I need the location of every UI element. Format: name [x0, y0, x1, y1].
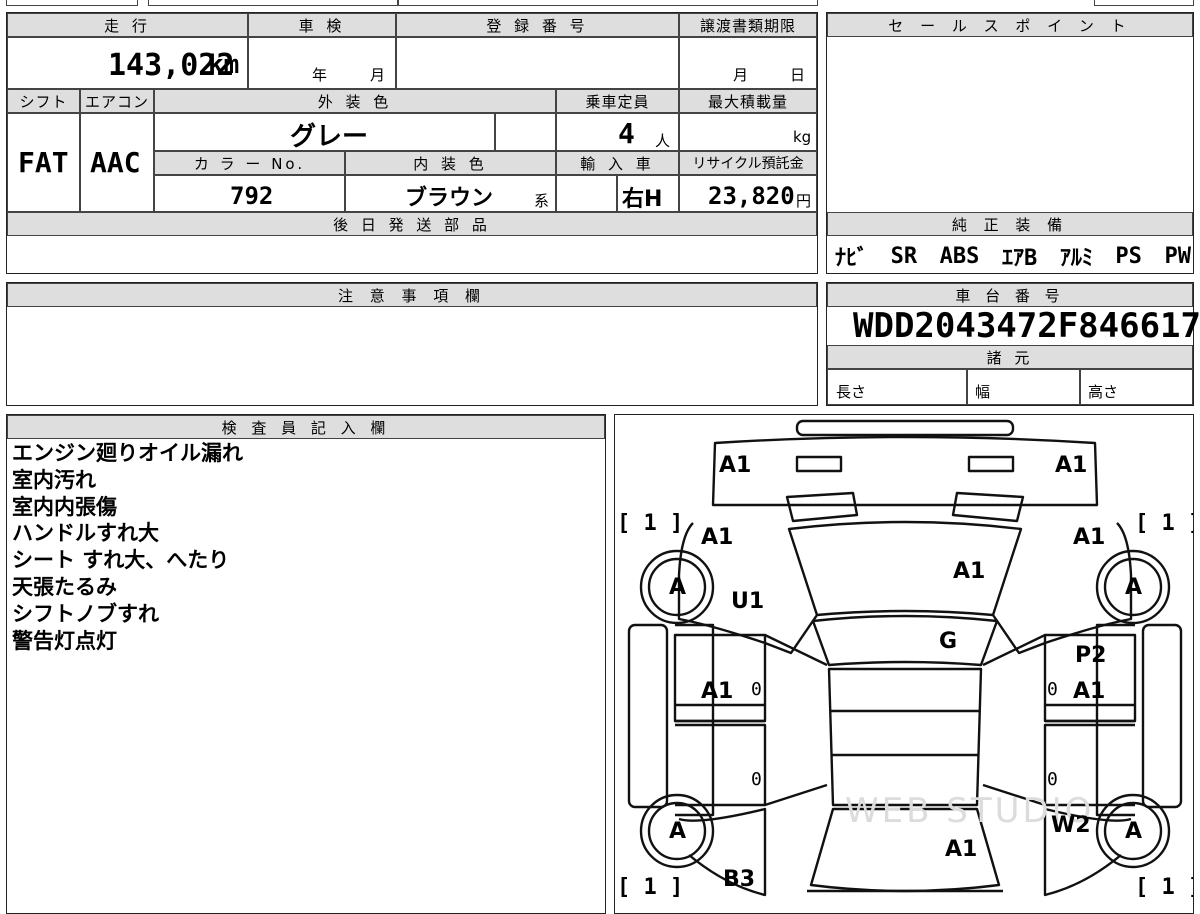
bracket-rear-left: [ 1 ] [617, 875, 684, 900]
car-diagram: WEB STUDIO A A A A [ 1 ] [ 1 ] [ 1 ] [ 1… [614, 414, 1194, 914]
inspector-line: 室内内張傷 [12, 494, 117, 519]
mark-w2: W2 [1051, 813, 1091, 838]
ac-value: AAC [90, 146, 141, 179]
inspector-line: 警告灯点灯 [12, 628, 117, 653]
header-transfer: 譲渡書類期限 [679, 13, 817, 37]
inspector-line: ハンドルすれ大 [12, 521, 159, 546]
maxload-unit: kg [793, 128, 812, 146]
top-strip [0, 0, 1200, 8]
inspector-line: シート すれ大、へたり [12, 548, 230, 573]
tire-rear-left: A [669, 819, 687, 844]
height-label: 高さ [1088, 383, 1119, 401]
equipment-item: ﾅﾋﾞ [835, 246, 869, 271]
header-inspector: 検 査 員 記 入 欄 [7, 415, 605, 439]
equipment-list: ﾅﾋﾞ SR ABS ｴｱB ｱﾙﾐ PS PW [835, 240, 1191, 272]
mark-b3: B3 [723, 867, 756, 892]
mark-hood: A1 [953, 559, 986, 584]
bracket-rear-right: [ 1 ] [1135, 875, 1193, 900]
header-specs: 諸 元 [827, 345, 1193, 369]
transfer-month: 月 [733, 66, 749, 84]
mark-front-bumper-right: A1 [1055, 453, 1088, 478]
mark-p2: P2 [1075, 643, 1107, 668]
equipment-item: PW [1164, 243, 1192, 269]
header-equipment: 純 正 装 備 [827, 212, 1193, 236]
header-recycle: リサイクル預託金 [679, 151, 817, 175]
mark-front-bumper-left: A1 [719, 453, 752, 478]
top-strip-cell [1094, 0, 1194, 6]
color-no-value: 792 [230, 182, 274, 210]
mark-trunk: A1 [945, 837, 978, 862]
exterior-value: グレー [290, 122, 369, 152]
capacity-unit: 人 [655, 132, 671, 150]
header-maxload: 最大積載量 [679, 89, 817, 113]
top-strip-cell [398, 0, 818, 6]
mark-fender-right: A1 [1073, 525, 1106, 550]
header-interior: 内 装 色 [345, 151, 556, 175]
import-cell-left [556, 175, 617, 212]
header-chassis: 車 台 番 号 [827, 283, 1193, 307]
exterior-extra-cell [495, 113, 556, 151]
mark-door-right: A1 [1073, 679, 1106, 704]
inspector-lines: エンジン廻りオイル漏れ 室内汚れ 室内内張傷 ハンドルすれ大 シート すれ大、へ… [12, 440, 592, 654]
interior-suffix: 系 [534, 192, 550, 210]
recycle-unit: 円 [796, 192, 812, 210]
mark-u1: U1 [731, 589, 765, 614]
inspection-year: 年 [312, 66, 328, 84]
header-sale-point: セ ー ル ス ポ イ ン ト [827, 13, 1193, 37]
inspection-month: 月 [370, 66, 386, 84]
shift-value: FAT [18, 146, 69, 179]
header-registration: 登 録 番 号 [396, 13, 679, 37]
header-capacity: 乗車定員 [556, 89, 679, 113]
inspector-line: エンジン廻りオイル漏れ [12, 441, 243, 465]
header-import: 輸 入 車 [556, 151, 679, 175]
mark-fender-left: A1 [701, 525, 734, 550]
equipment-item: ABS [939, 243, 980, 269]
zero-mark: 0 [1047, 679, 1058, 700]
mark-door-left: A1 [701, 679, 734, 704]
inspector-line: 天張たるみ [12, 574, 117, 599]
import-value: 右H [622, 187, 663, 212]
header-notes: 注 意 事 項 欄 [7, 283, 817, 307]
equipment-item: SR [890, 243, 918, 269]
header-shift: シフト [7, 89, 80, 113]
header-mileage: 走 行 [7, 13, 248, 37]
length-label: 長さ [836, 383, 867, 401]
zero-mark: 0 [751, 769, 762, 790]
header-color-no: カ ラ ー No. [154, 151, 345, 175]
header-later-parts: 後 日 発 送 部 品 [7, 212, 817, 236]
car-outline [627, 419, 1183, 897]
bracket-front-right: [ 1 ] [1135, 511, 1193, 536]
header-exterior: 外 装 色 [154, 89, 556, 113]
vin-value: WDD2043472F846617 [853, 306, 1200, 346]
equipment-item: ｴｱB [1002, 246, 1038, 271]
top-strip-cell [6, 0, 138, 6]
capacity-value: 4 [618, 117, 635, 150]
zero-mark: 0 [1047, 769, 1058, 790]
inspector-line: 室内汚れ [12, 467, 96, 492]
header-ac: エアコン [80, 89, 154, 113]
width-label: 幅 [975, 383, 991, 401]
header-inspection: 車 検 [248, 13, 396, 37]
tire-rear-right: A [1125, 819, 1143, 844]
top-strip-cell [148, 0, 398, 6]
bracket-front-left: [ 1 ] [617, 511, 684, 536]
mark-windshield: G [939, 629, 958, 654]
equipment-item: ｱﾙﾐ [1059, 246, 1093, 271]
zero-mark: 0 [751, 679, 762, 700]
recycle-value: 23,820 [708, 182, 795, 210]
mileage-unit: km [208, 50, 240, 80]
inspector-line: シフトノブすれ [12, 601, 159, 626]
tire-front-right: A [1125, 575, 1143, 600]
equipment-item: PS [1115, 243, 1142, 269]
tire-front-left: A [669, 575, 687, 600]
interior-value: ブラウン [405, 186, 494, 211]
transfer-day: 日 [790, 66, 806, 84]
registration-cell [396, 37, 679, 89]
